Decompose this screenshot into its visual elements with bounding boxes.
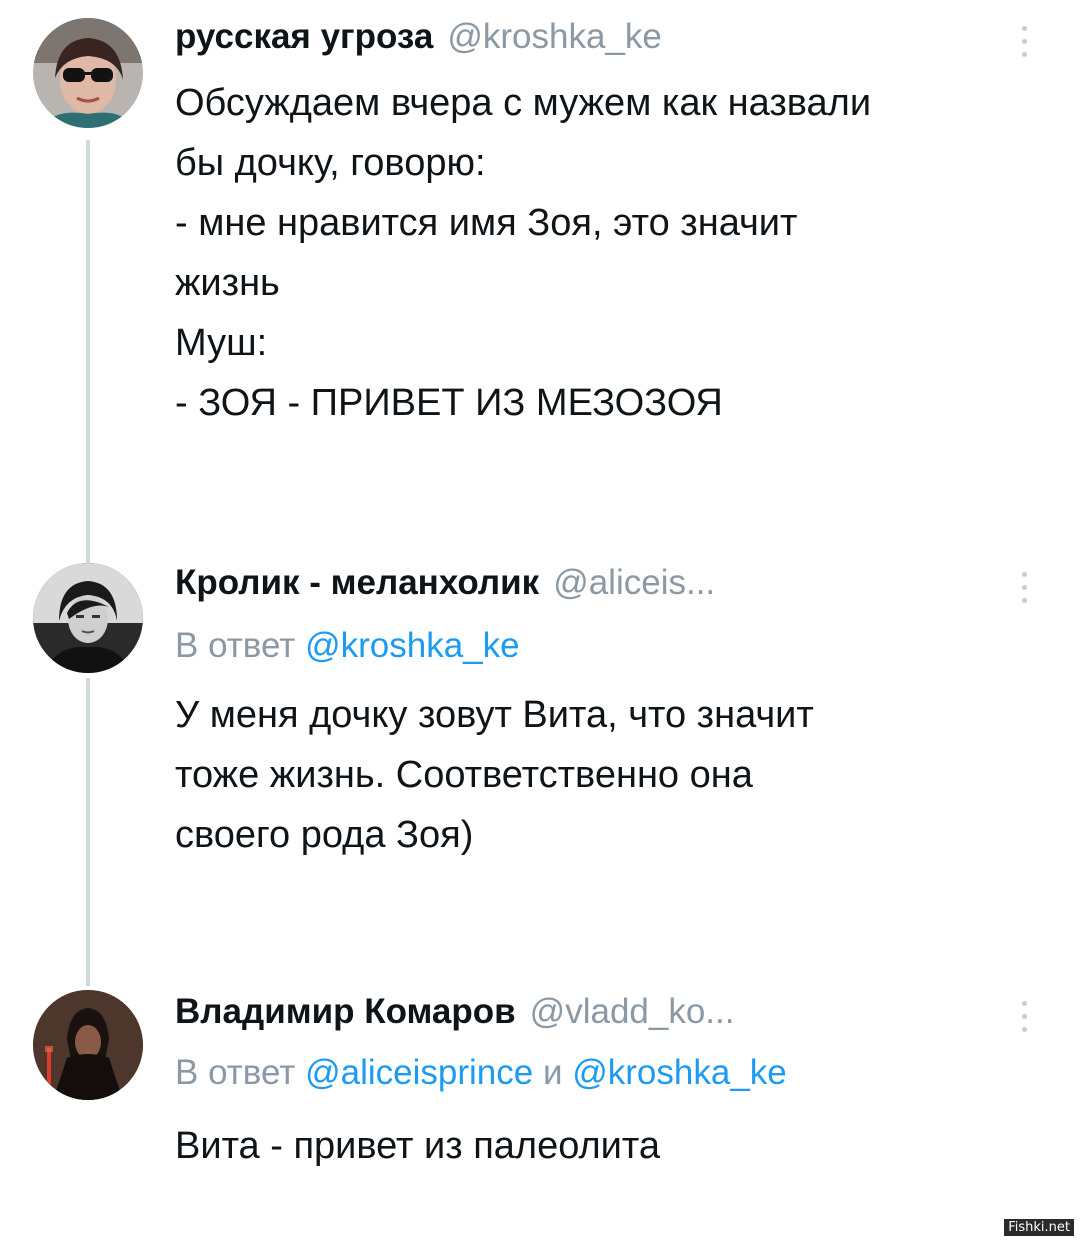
user-avatar-sunglasses-icon bbox=[33, 18, 143, 128]
author-handle[interactable]: @kroshka_ke bbox=[447, 17, 662, 57]
tweet-text: Обсуждаем вчера с мужем как назвали бы д… bbox=[175, 73, 1040, 433]
tweet-text: Вита - привет из палеолита bbox=[175, 1116, 1040, 1176]
author-name[interactable]: Владимир Комаров bbox=[175, 992, 516, 1032]
author-name[interactable]: русская угроза bbox=[175, 17, 433, 57]
tweet-text-line: жизнь bbox=[175, 262, 280, 304]
avatar[interactable] bbox=[33, 18, 143, 128]
user-avatar-portrait-bw-icon bbox=[33, 563, 143, 673]
reply-prefix: В ответ bbox=[175, 1053, 296, 1092]
user-avatar-dark-figure-icon bbox=[33, 990, 143, 1100]
avatar[interactable] bbox=[33, 990, 143, 1100]
reply-mention-link[interactable]: @kroshka_ke bbox=[572, 1053, 787, 1092]
tweet-text-line: бы дочку, говорю: bbox=[175, 142, 486, 184]
reply-mention-link[interactable]: @aliceisprince bbox=[305, 1053, 533, 1092]
tweet-text-line: - ЗОЯ - ПРИВЕТ ИЗ МЕЗОЗОЯ bbox=[175, 382, 723, 424]
author-handle[interactable]: @aliceis... bbox=[553, 563, 715, 603]
thread-line bbox=[86, 678, 90, 986]
tweet-header: Кролик - меланхолик @aliceis... bbox=[175, 563, 1000, 613]
more-options-icon[interactable] bbox=[1012, 572, 1036, 612]
reply-to-line: В ответ @aliceisprince и @kroshka_ke bbox=[175, 1053, 787, 1093]
tweet-text-line: Вита - привет из палеолита bbox=[175, 1125, 661, 1167]
site-watermark: Fishki.net bbox=[1004, 1219, 1074, 1236]
tweet-1[interactable]: русская угроза @kroshka_ke Обсуждаем вче… bbox=[0, 0, 1080, 565]
reply-to-line: В ответ @kroshka_ke bbox=[175, 626, 520, 666]
more-options-icon[interactable] bbox=[1012, 1001, 1036, 1041]
tweet-text-line: У меня дочку зовут Вита, что значит bbox=[175, 694, 814, 736]
tweet-text-line: своего рода Зоя) bbox=[175, 814, 474, 856]
tweet-2[interactable]: Кролик - меланхолик @aliceis... В ответ … bbox=[0, 560, 1080, 986]
author-handle[interactable]: @vladd_ko... bbox=[530, 992, 735, 1032]
tweet-text-line: Обсуждаем вчера с мужем как назвали bbox=[175, 82, 872, 124]
tweet-text-line: тоже жизнь. Соответственно она bbox=[175, 754, 753, 796]
reply-mention-link[interactable]: @kroshka_ke bbox=[305, 626, 520, 665]
tweet-3[interactable]: Владимир Комаров @vladd_ko... В ответ @a… bbox=[0, 990, 1080, 1240]
thread-line bbox=[86, 140, 90, 565]
tweet-text: У меня дочку зовут Вита, что значит тоже… bbox=[175, 685, 1040, 865]
tweet-header: русская угроза @kroshka_ke bbox=[175, 17, 1000, 67]
more-options-icon[interactable] bbox=[1012, 26, 1036, 66]
avatar[interactable] bbox=[33, 563, 143, 673]
reply-conjunction: и bbox=[542, 1053, 563, 1092]
tweet-text-line: Муш: bbox=[175, 322, 268, 364]
tweet-text-line: - мне нравится имя Зоя, это значит bbox=[175, 202, 798, 244]
author-name[interactable]: Кролик - меланхолик bbox=[175, 563, 539, 603]
tweet-header: Владимир Комаров @vladd_ko... bbox=[175, 992, 1000, 1042]
reply-prefix: В ответ bbox=[175, 626, 296, 665]
